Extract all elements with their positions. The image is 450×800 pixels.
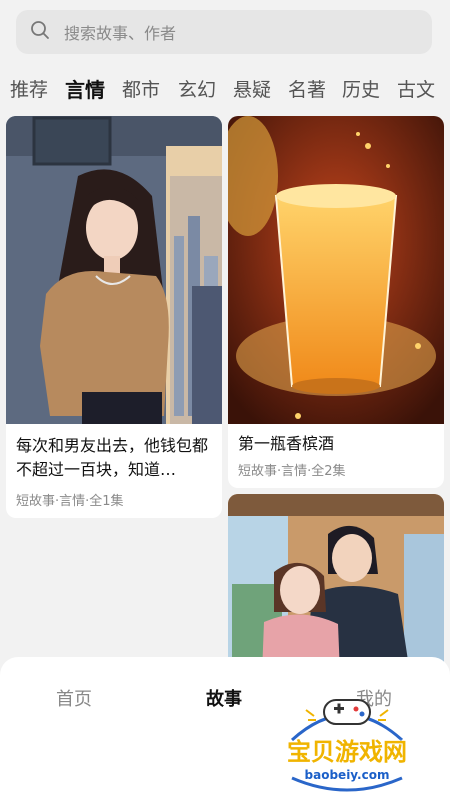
nav-story[interactable]: 故事 [206,685,242,711]
tab-recommend[interactable]: 推荐 [10,75,48,102]
search-bar[interactable]: 搜索故事、作者 [16,10,432,54]
watermark-logo: 宝贝游戏网 baobeiy.com [272,680,422,796]
story-card[interactable]: 第一瓶香槟酒 短故事·言情·全2集 [228,116,444,488]
cover-image-couple [228,494,444,674]
watermark-url: baobeiy.com [304,768,390,782]
tab-romance[interactable]: 言情 [65,74,105,103]
tab-ancient-prose[interactable]: 古文 [397,75,435,102]
category-tabs: 推荐 言情 都市 玄幻 悬疑 名著 历史 古文 [0,72,450,104]
tab-fantasy[interactable]: 玄幻 [178,75,216,102]
tab-history[interactable]: 历史 [342,75,380,102]
story-card[interactable]: 每次和男友出去，他钱包都不超过一百块，知道… 短故事·言情·全1集 [6,116,222,518]
cover-image-girl [6,116,222,424]
cover-image-champagne [228,116,444,424]
search-placeholder: 搜索故事、作者 [64,24,177,43]
tab-urban[interactable]: 都市 [122,75,160,102]
story-title: 每次和男友出去，他钱包都不超过一百块，知道… [16,436,209,479]
tab-classics[interactable]: 名著 [288,75,326,102]
story-card[interactable] [228,494,444,674]
story-title: 第一瓶香槟酒 [238,434,335,453]
search-icon [30,20,50,44]
tab-mystery[interactable]: 悬疑 [233,75,271,102]
nav-home[interactable]: 首页 [56,685,92,711]
story-meta: 短故事·言情·全2集 [238,464,346,479]
story-meta: 短故事·言情·全1集 [16,494,124,509]
watermark-title: 宝贝游戏网 [287,739,407,766]
